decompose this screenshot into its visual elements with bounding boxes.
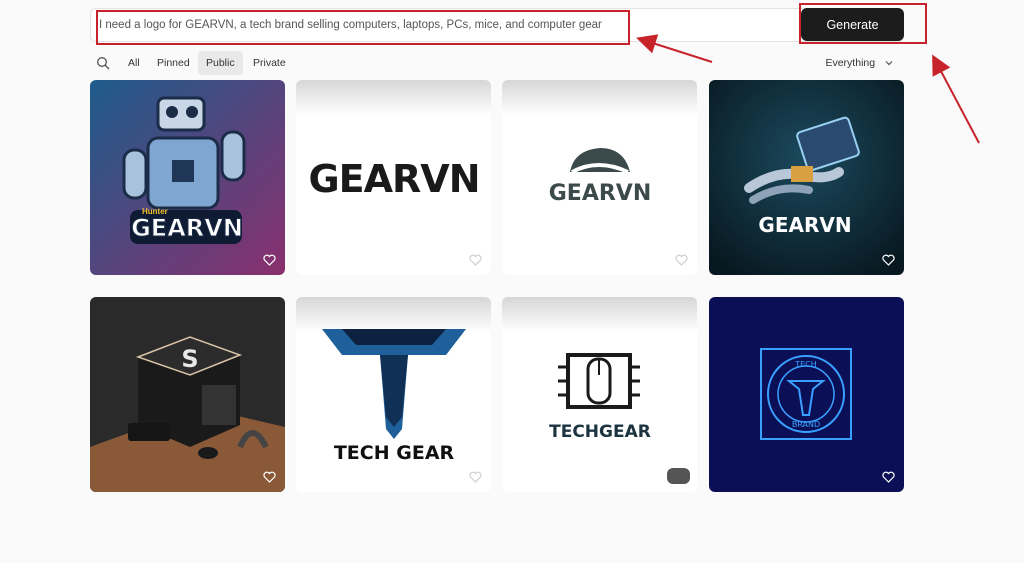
mouse-logo-image: GEARVN [502,80,697,275]
tab-all[interactable]: All [120,51,148,75]
gallery-card[interactable]: TECH GEAR [296,297,491,492]
card-wordmark: GEARVN [131,214,243,242]
card-wordmark: GEARVN [549,181,652,206]
tab-public[interactable]: Public [198,51,243,75]
tech-brand-seal-image: TECH BRAND [709,297,904,492]
heart-icon[interactable] [882,471,895,483]
regenerate-badge[interactable] [667,468,690,484]
filter-row: All Pinned Public Private Everything [90,51,904,75]
card-wordmark: S [181,345,198,373]
heart-icon[interactable] [263,471,276,483]
heart-icon[interactable] [263,254,276,266]
gearvn-wordmark-image: GEARVN [296,80,491,275]
annotation-arrow-generate [932,54,980,144]
tech-gear-emblem-image: TECH GEAR [296,297,491,492]
card-wordmark: TECH GEAR [334,442,455,464]
heart-icon[interactable] [882,254,895,266]
gallery-card[interactable]: S [90,297,285,492]
tab-private[interactable]: Private [245,51,294,75]
card-wordmark: GEARVN [758,213,851,237]
gallery-card[interactable]: GEARVN [502,80,697,275]
card-subtext: BRAND [792,420,820,429]
card-subtext: Hunter [142,207,168,216]
robot-hand-image: GEARVN [709,80,904,275]
scope-label: Everything [825,57,876,69]
cube-pc-image: S [90,297,285,492]
scope-dropdown[interactable]: Everything [825,51,894,75]
heart-icon[interactable] [675,254,688,266]
card-wordmark: TECH [794,360,817,369]
annotation-box-generate [799,3,927,44]
chevron-down-icon [885,61,893,66]
gallery-card[interactable]: GEARVN [296,80,491,275]
gallery-card[interactable]: TECH BRAND [709,297,904,492]
heart-icon[interactable] [469,254,482,266]
tab-pinned[interactable]: Pinned [149,51,198,75]
gallery-card[interactable]: GEARVN [709,80,904,275]
search-icon[interactable] [96,56,110,70]
gallery-card[interactable]: TECHGEAR [502,297,697,492]
card-wordmark: GEARVN [308,157,479,201]
card-wordmark: TECHGEAR [549,422,651,442]
robot-mascot-image: GEARVN Hunter [90,80,285,275]
annotation-box-prompt [96,10,630,45]
circuit-mouse-image: TECHGEAR [502,297,697,492]
gallery-card[interactable]: GEARVN Hunter [90,80,285,275]
heart-icon[interactable] [469,471,482,483]
